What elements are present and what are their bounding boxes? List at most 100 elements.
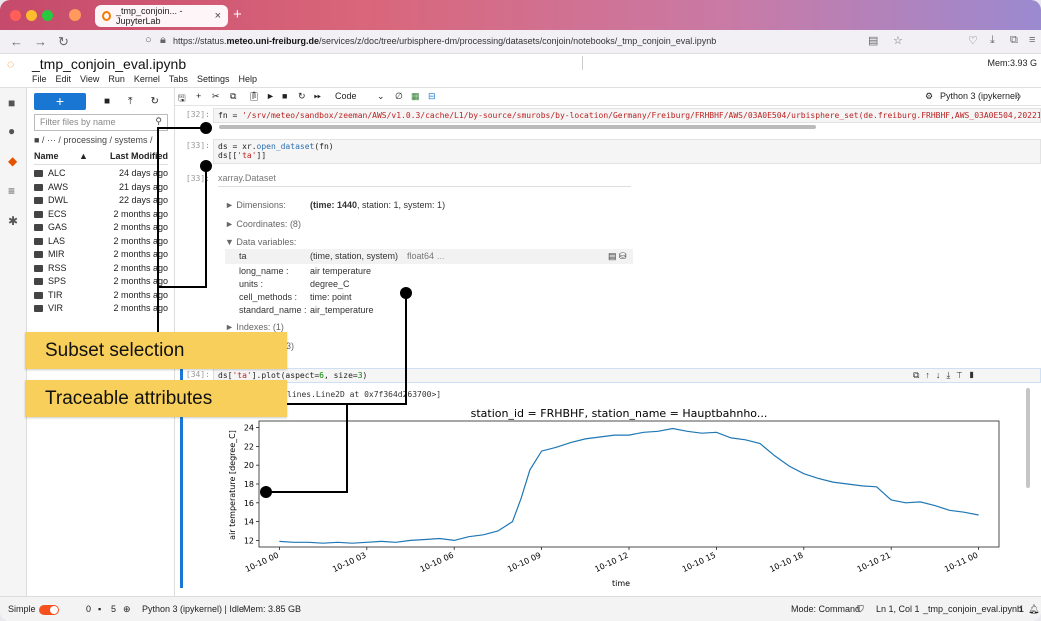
dashboard-icon[interactable]: ⊟ [428,91,436,102]
menu-run[interactable]: Run [108,74,125,84]
cursor-position[interactable]: Ln 1, Col 1 [876,604,920,614]
insert-cell-icon[interactable]: + [196,91,201,101]
cut-icon[interactable]: ✂ [212,91,220,102]
save-icon[interactable]: 🖫︎ [178,91,186,107]
menu-help[interactable]: Help [238,74,257,84]
kernel-sessions-icon[interactable]: ⊕ [123,604,131,615]
y-tick-label: 22 [244,442,254,451]
variable-inspector-icon[interactable]: ▦ [411,91,420,102]
terminals-count: 0 [86,604,92,614]
code-token: open_dataset [256,142,315,151]
browser-window: _tmp_conjoin... - JupyterLab × + ← → ↻ ○… [0,0,1041,621]
stop-icon[interactable]: ■ [282,91,287,101]
url-bar[interactable]: https://status.meteo.uni-freiburg.de/ser… [173,36,716,46]
reader-icon[interactable]: ▤ [868,34,878,47]
list-item[interactable]: SPS 2 months ago [34,276,168,289]
run-icon[interactable]: ► [266,91,275,101]
coordinates-toggle[interactable]: ► Coordinates: (8) [225,219,301,229]
vertical-scrollbar[interactable] [1026,388,1030,488]
simple-mode-label[interactable]: Simple [8,604,62,615]
menu-file[interactable]: File [32,74,47,84]
list-item[interactable]: RSS 2 months ago [34,263,168,276]
show-attrs-icon[interactable]: ▤ ⛁ [608,251,627,262]
settings-gear-icon[interactable]: ⚙ [925,91,933,102]
dataset-title: xarray.Dataset [218,173,276,183]
menu-kernel[interactable]: Kernel [134,74,160,84]
download-icon[interactable]: ⤓ [990,34,995,47]
paste-icon[interactable]: 📋︎ [248,91,259,102]
menu-icon[interactable]: ≡ [1029,34,1035,46]
folder-icon [34,183,43,191]
dimensions-toggle[interactable]: ► Dimensions: [225,200,286,210]
copy-icon[interactable]: ⧉ [230,91,236,102]
upload-icon[interactable]: ⤒ [128,96,132,107]
simple-mode-toggle[interactable] [38,604,59,615]
cell-32-code[interactable]: fn = '/srv/meteo/sandbox/zeeman/AWS/v1.0… [213,108,1041,123]
git-diff-icon[interactable]: ∅ [395,91,403,102]
reload-icon[interactable]: ↻ [58,34,69,50]
list-item[interactable]: GAS 2 months ago [34,222,168,235]
menu-tabs[interactable]: Tabs [169,74,188,84]
attributes-toggle[interactable]: 3) [286,341,294,351]
git-icon[interactable]: ◆ [8,154,17,168]
toc-icon[interactable]: ≡ [8,184,15,198]
code-token: ds = xr. [218,142,257,151]
bell-icon[interactable]: 🔔︎ [1028,604,1039,615]
list-item[interactable]: AWS 21 days ago [34,182,168,195]
minimize-window-button[interactable] [26,10,37,21]
bookmark-star-icon[interactable]: ☆ [893,34,903,47]
code-token: , size= [323,371,358,380]
list-item[interactable]: LAS 2 months ago [34,236,168,249]
menu-view[interactable]: View [80,74,99,84]
chevron-down-icon[interactable]: ⌄ [377,91,385,102]
cell-actions[interactable]: ⧉↑↓⤓⊤▮ [913,370,981,381]
new-tab-icon[interactable]: + [233,6,242,23]
data-variables-toggle[interactable]: ▼ Data variables: [225,237,296,247]
restart-icon[interactable]: ↻ [298,91,306,102]
search-icon: ⚲ [155,116,162,126]
column-last-modified[interactable]: Last Modified [110,151,168,161]
terminal-icon[interactable]: ▪ [98,604,101,614]
folder-modified: 2 months ago [113,262,168,273]
refresh-icon[interactable]: ↻ [150,96,158,107]
list-item[interactable]: DWL 22 days ago [34,195,168,208]
maximize-window-button[interactable] [42,10,53,21]
folder-icon[interactable]: ■ [8,96,15,110]
x-axis-ticks: 10-10 00 10-10 03 10-10 06 10-10 09 10-10 12… [244,547,979,574]
list-item[interactable]: MIR 2 months ago [34,249,168,262]
menu-settings[interactable]: Settings [197,74,230,84]
indexes-toggle[interactable]: ► Indexes: (1) [225,322,284,332]
kernel-name[interactable]: Python 3 (ipykernel) [940,91,1020,101]
restart-run-all-icon[interactable]: ⏩︎ [314,91,321,102]
pocket-icon[interactable]: ♡ [968,34,978,47]
running-icon[interactable]: ● [8,124,15,138]
column-name[interactable]: Name [34,151,59,161]
extension-icon[interactable]: ✱ [8,214,18,228]
forward-icon[interactable]: → [34,34,47,49]
file-filter-input[interactable]: Filter files by name ⚲ [34,114,168,131]
browser-tab[interactable]: _tmp_conjoin... - JupyterLab × [95,5,228,27]
extensions-icon[interactable]: ⧉ [1010,34,1018,47]
cell-type-select[interactable]: Code [335,91,357,101]
notebook-title[interactable]: _tmp_conjoin_eval.ipynb [32,56,186,72]
list-item[interactable]: VIR 2 months ago [34,303,168,316]
new-folder-icon[interactable]: ■ [104,96,110,107]
close-window-button[interactable] [10,10,21,21]
jupyter-header: ◌ _tmp_conjoin_eval.ipynb File Edit View… [0,54,1041,88]
list-item[interactable]: ALC 24 days ago [34,168,168,181]
close-tab-icon[interactable]: × [215,10,221,22]
horizontal-scrollbar[interactable] [219,125,816,129]
shield-icon: ○ [145,34,152,46]
kernel-status[interactable]: Python 3 (ipykernel) | Idle [142,604,244,614]
menu-edit[interactable]: Edit [56,74,72,84]
list-item[interactable]: ECS 2 months ago [34,209,168,222]
new-launcher-button[interactable]: + [34,92,86,110]
cell-33-code[interactable]: ds = xr.open_dataset(fn) ds[['ta']] [213,139,1041,164]
x-tick-label: 10-10 00 [244,551,280,574]
sort-asc-icon[interactable]: ▲ [79,151,88,161]
firefox-icon[interactable] [69,9,81,21]
breadcrumb[interactable]: ■ / ··· / processing / systems / [34,135,152,145]
shield-status-icon[interactable]: ⛉ [857,604,864,615]
list-item[interactable]: TIR 2 months ago [34,290,168,303]
back-icon[interactable]: ← [10,34,23,49]
